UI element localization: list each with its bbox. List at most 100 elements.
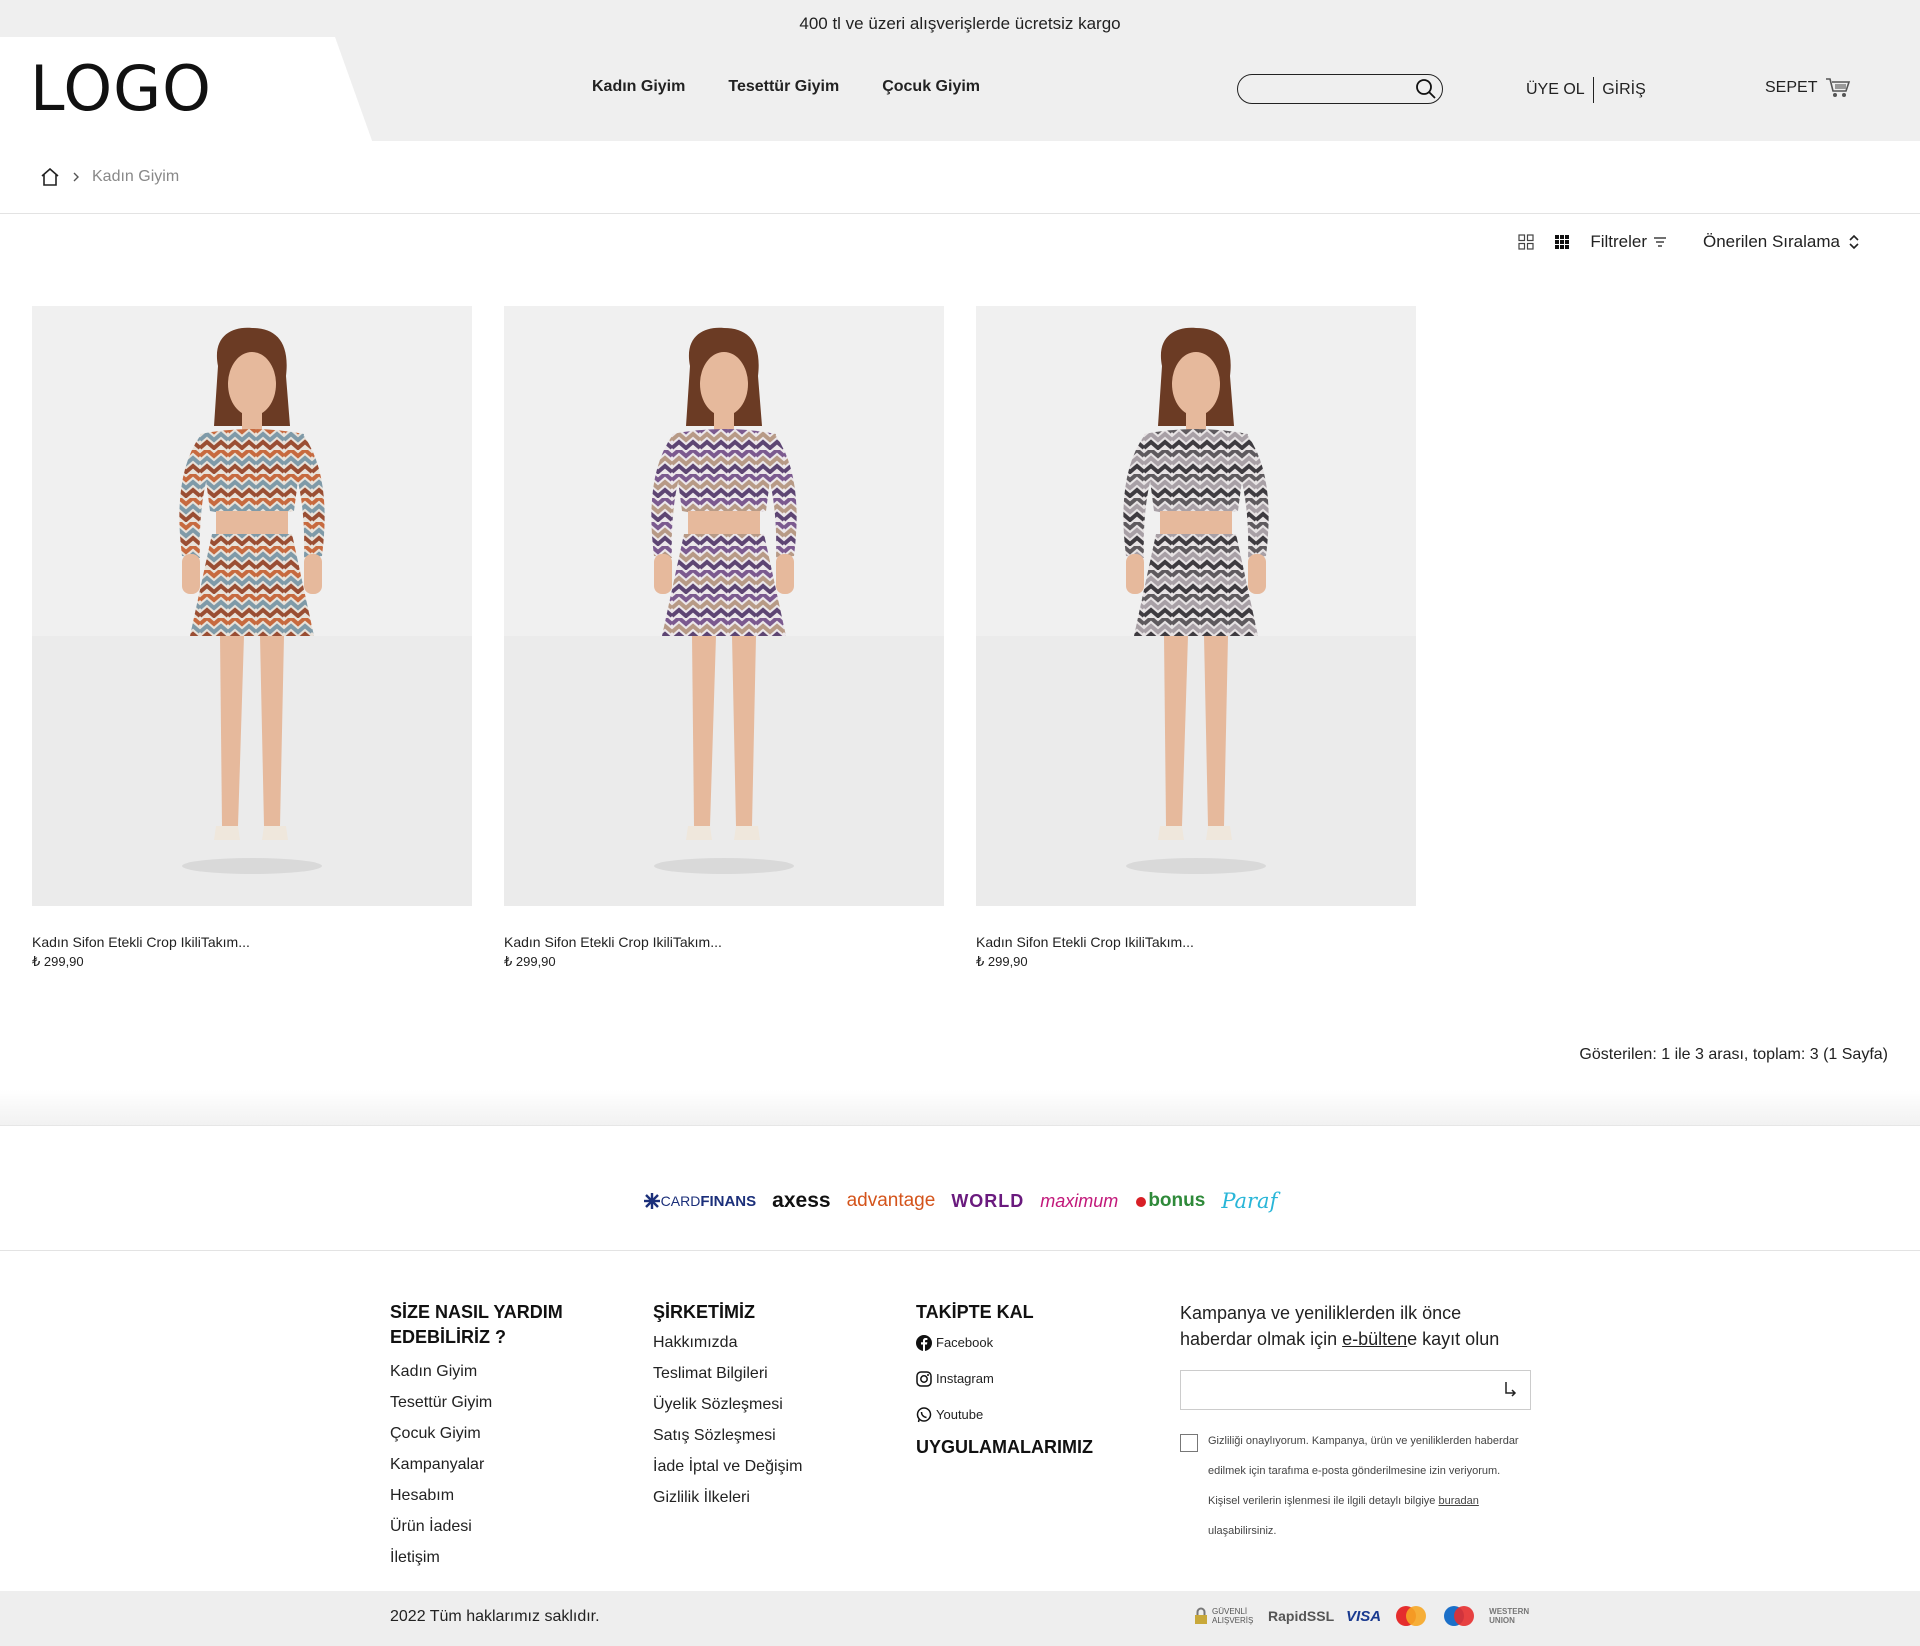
sort-label: Önerilen Sıralama xyxy=(1702,232,1840,251)
chevron-right-icon xyxy=(73,172,79,182)
footer-company-column: ŞİRKETİMİZ Hakkımızda Teslimat Bilgileri… xyxy=(653,1300,873,1513)
footer-link[interactable]: İletişim xyxy=(390,1542,610,1573)
maximum-logo: maximum xyxy=(1040,1190,1119,1211)
auth-links: ÜYE OL GİRİŞ xyxy=(1526,77,1646,103)
register-link[interactable]: ÜYE OL xyxy=(1526,81,1585,99)
footer-link[interactable]: Teslimat Bilgileri xyxy=(653,1358,873,1389)
secure-shopping-badge: GÜVENLİ ALIŞVERİŞ xyxy=(1193,1607,1256,1625)
footer-apps-title: UYGULAMALARIMIZ xyxy=(916,1437,1093,1457)
product-price: ₺ 299,90 xyxy=(976,954,1028,969)
divider xyxy=(0,1250,1920,1251)
footer-link[interactable]: Gizlilik İlkeleri xyxy=(653,1482,873,1513)
product-name[interactable]: Kadın Sifon Etekli Crop IkiliTakım... xyxy=(976,934,1416,950)
product-price: ₺ 299,90 xyxy=(32,954,84,969)
grid-2-icon[interactable] xyxy=(1518,234,1534,250)
footer-link[interactable]: Hakkımızda xyxy=(653,1327,873,1358)
footer-help-title: SİZE NASIL YARDIM EDEBİLİRİZ ? xyxy=(390,1302,563,1347)
filters-button[interactable]: Filtreler xyxy=(1590,232,1667,252)
youtube-link[interactable]: Youtube xyxy=(916,1397,1136,1433)
footer-link[interactable]: İade İptal ve Değişim xyxy=(653,1451,873,1482)
padlock-icon xyxy=(1195,1607,1207,1624)
search-box xyxy=(1237,74,1443,104)
newsletter-email-field[interactable] xyxy=(1180,1370,1531,1410)
product-card[interactable]: Kadın Sifon Etekli Crop IkiliTakım... ₺ … xyxy=(504,306,944,970)
copyright: 2022 Tüm haklarımız saklıdır. xyxy=(390,1608,600,1625)
footer-follow-title: TAKİPTE KAL xyxy=(916,1302,1034,1322)
cart-button[interactable]: SEPET xyxy=(1765,77,1851,99)
product-image[interactable] xyxy=(504,306,944,906)
bonus-dot-icon xyxy=(1136,1197,1147,1207)
bonus-logo: bonus xyxy=(1134,1190,1205,1212)
nav-cocuk-giyim[interactable]: Çocuk Giyim xyxy=(882,78,980,96)
visa-logo: VISA xyxy=(1346,1607,1382,1625)
product-name[interactable]: Kadın Sifon Etekli Crop IkiliTakım... xyxy=(32,934,472,950)
whatsapp-icon xyxy=(916,1407,932,1423)
cart-icon xyxy=(1826,78,1851,97)
grid-3-icon[interactable] xyxy=(1554,234,1570,250)
product-photo-illustration xyxy=(179,327,325,874)
filters-label: Filtreler xyxy=(1590,232,1647,251)
footer-link[interactable]: Ürün İadesi xyxy=(390,1511,610,1542)
maestro-icon xyxy=(1444,1606,1475,1626)
footer-link[interactable]: Hesabım xyxy=(390,1480,610,1511)
footer-link[interactable]: Kadın Giyim xyxy=(390,1356,610,1387)
footer-follow-column: TAKİPTE KAL Facebook Instagram Youtube U… xyxy=(916,1300,1136,1460)
footer-link[interactable]: Satış Sözleşmesi xyxy=(653,1420,873,1451)
section-shadow xyxy=(0,1090,1920,1126)
results-summary: Gösterilen: 1 ile 3 arası, toplam: 3 (1 … xyxy=(1579,1046,1888,1063)
newsletter: Kampanya ve yeniliklerden ilk önce haber… xyxy=(1180,1300,1531,1546)
header-cutout xyxy=(385,141,1920,213)
sort-chevrons-icon xyxy=(1849,234,1859,250)
footer-link[interactable]: Çocuk Giyim xyxy=(390,1418,610,1449)
footer-company-title: ŞİRKETİMİZ xyxy=(653,1302,755,1322)
product-grid: Kadın Sifon Etekli Crop IkiliTakım... ₺ … xyxy=(32,306,1416,970)
facebook-icon xyxy=(916,1335,932,1351)
paraf-logo: Paraf xyxy=(1221,1189,1278,1213)
nav-tesettur-giyim[interactable]: Tesettür Giyim xyxy=(728,78,839,96)
facebook-link[interactable]: Facebook xyxy=(916,1325,1136,1361)
axess-logo: axess xyxy=(772,1189,831,1212)
divider xyxy=(0,1125,1920,1126)
nav-kadin-giyim[interactable]: Kadın Giyim xyxy=(592,78,685,96)
payment-logos: GÜVENLİ ALIŞVERİŞ RapidSSL VISA WESTERN … xyxy=(1193,1605,1537,1627)
footer-link[interactable]: Üyelik Sözleşmesi xyxy=(653,1389,873,1420)
breadcrumb: Kadın Giyim xyxy=(40,168,179,186)
instagram-link[interactable]: Instagram xyxy=(916,1361,1136,1397)
product-name[interactable]: Kadın Sifon Etekli Crop IkiliTakım... xyxy=(504,934,944,950)
search-input[interactable] xyxy=(1250,75,1420,101)
consent-checkbox[interactable] xyxy=(1180,1434,1198,1452)
footer-link[interactable]: Kampanyalar xyxy=(390,1449,610,1480)
filter-icon xyxy=(1653,237,1666,247)
product-card[interactable]: Kadın Sifon Etekli Crop IkiliTakım... ₺ … xyxy=(32,306,472,970)
bank-logos: CARD FINANS axess advantage WORLD maximum… xyxy=(0,1189,1920,1213)
western-union-logo: WESTERN UNION xyxy=(1489,1607,1530,1625)
footer-help-column: SİZE NASIL YARDIM EDEBİLİRİZ ? Kadın Giy… xyxy=(390,1300,610,1573)
listing-toolbar: Filtreler Önerilen Sıralama xyxy=(1518,232,1860,252)
promo-banner: 400 tl ve üzeri alışverişlerde ücretsiz … xyxy=(799,14,1121,33)
product-image[interactable] xyxy=(976,306,1416,906)
newsletter-text: Kampanya ve yeniliklerden ilk önce haber… xyxy=(1180,1303,1500,1349)
consent-row: Gizliliği onaylıyorum. Kampanya, ürün ve… xyxy=(1180,1434,1531,1546)
consent-link[interactable]: buradan xyxy=(1438,1495,1478,1507)
newsletter-link[interactable]: e-bülten xyxy=(1342,1329,1407,1349)
sort-select[interactable]: Önerilen Sıralama xyxy=(1703,232,1860,252)
login-link[interactable]: GİRİŞ xyxy=(1602,81,1646,99)
product-image[interactable] xyxy=(32,306,472,906)
cardfinans-star-icon xyxy=(643,1193,660,1209)
advantage-logo: advantage xyxy=(846,1190,936,1211)
product-photo-illustration xyxy=(1123,327,1269,874)
product-card[interactable]: Kadın Sifon Etekli Crop IkiliTakım... ₺ … xyxy=(976,306,1416,970)
divider xyxy=(0,213,1920,214)
product-photo-illustration xyxy=(651,327,797,874)
search-icon[interactable] xyxy=(1414,77,1438,101)
breadcrumb-current: Kadın Giyim xyxy=(92,168,180,185)
product-price: ₺ 299,90 xyxy=(504,954,556,969)
mastercard-icon xyxy=(1396,1606,1427,1626)
cart-label: SEPET xyxy=(1765,79,1818,96)
footer-link[interactable]: Tesettür Giyim xyxy=(390,1387,610,1418)
home-icon[interactable] xyxy=(40,168,60,186)
site-logo[interactable]: LOGO xyxy=(30,52,212,125)
instagram-icon xyxy=(916,1371,932,1387)
submit-arrow-icon[interactable] xyxy=(1502,1381,1518,1399)
cardfinans-logo: CARD FINANS xyxy=(643,1192,756,1210)
